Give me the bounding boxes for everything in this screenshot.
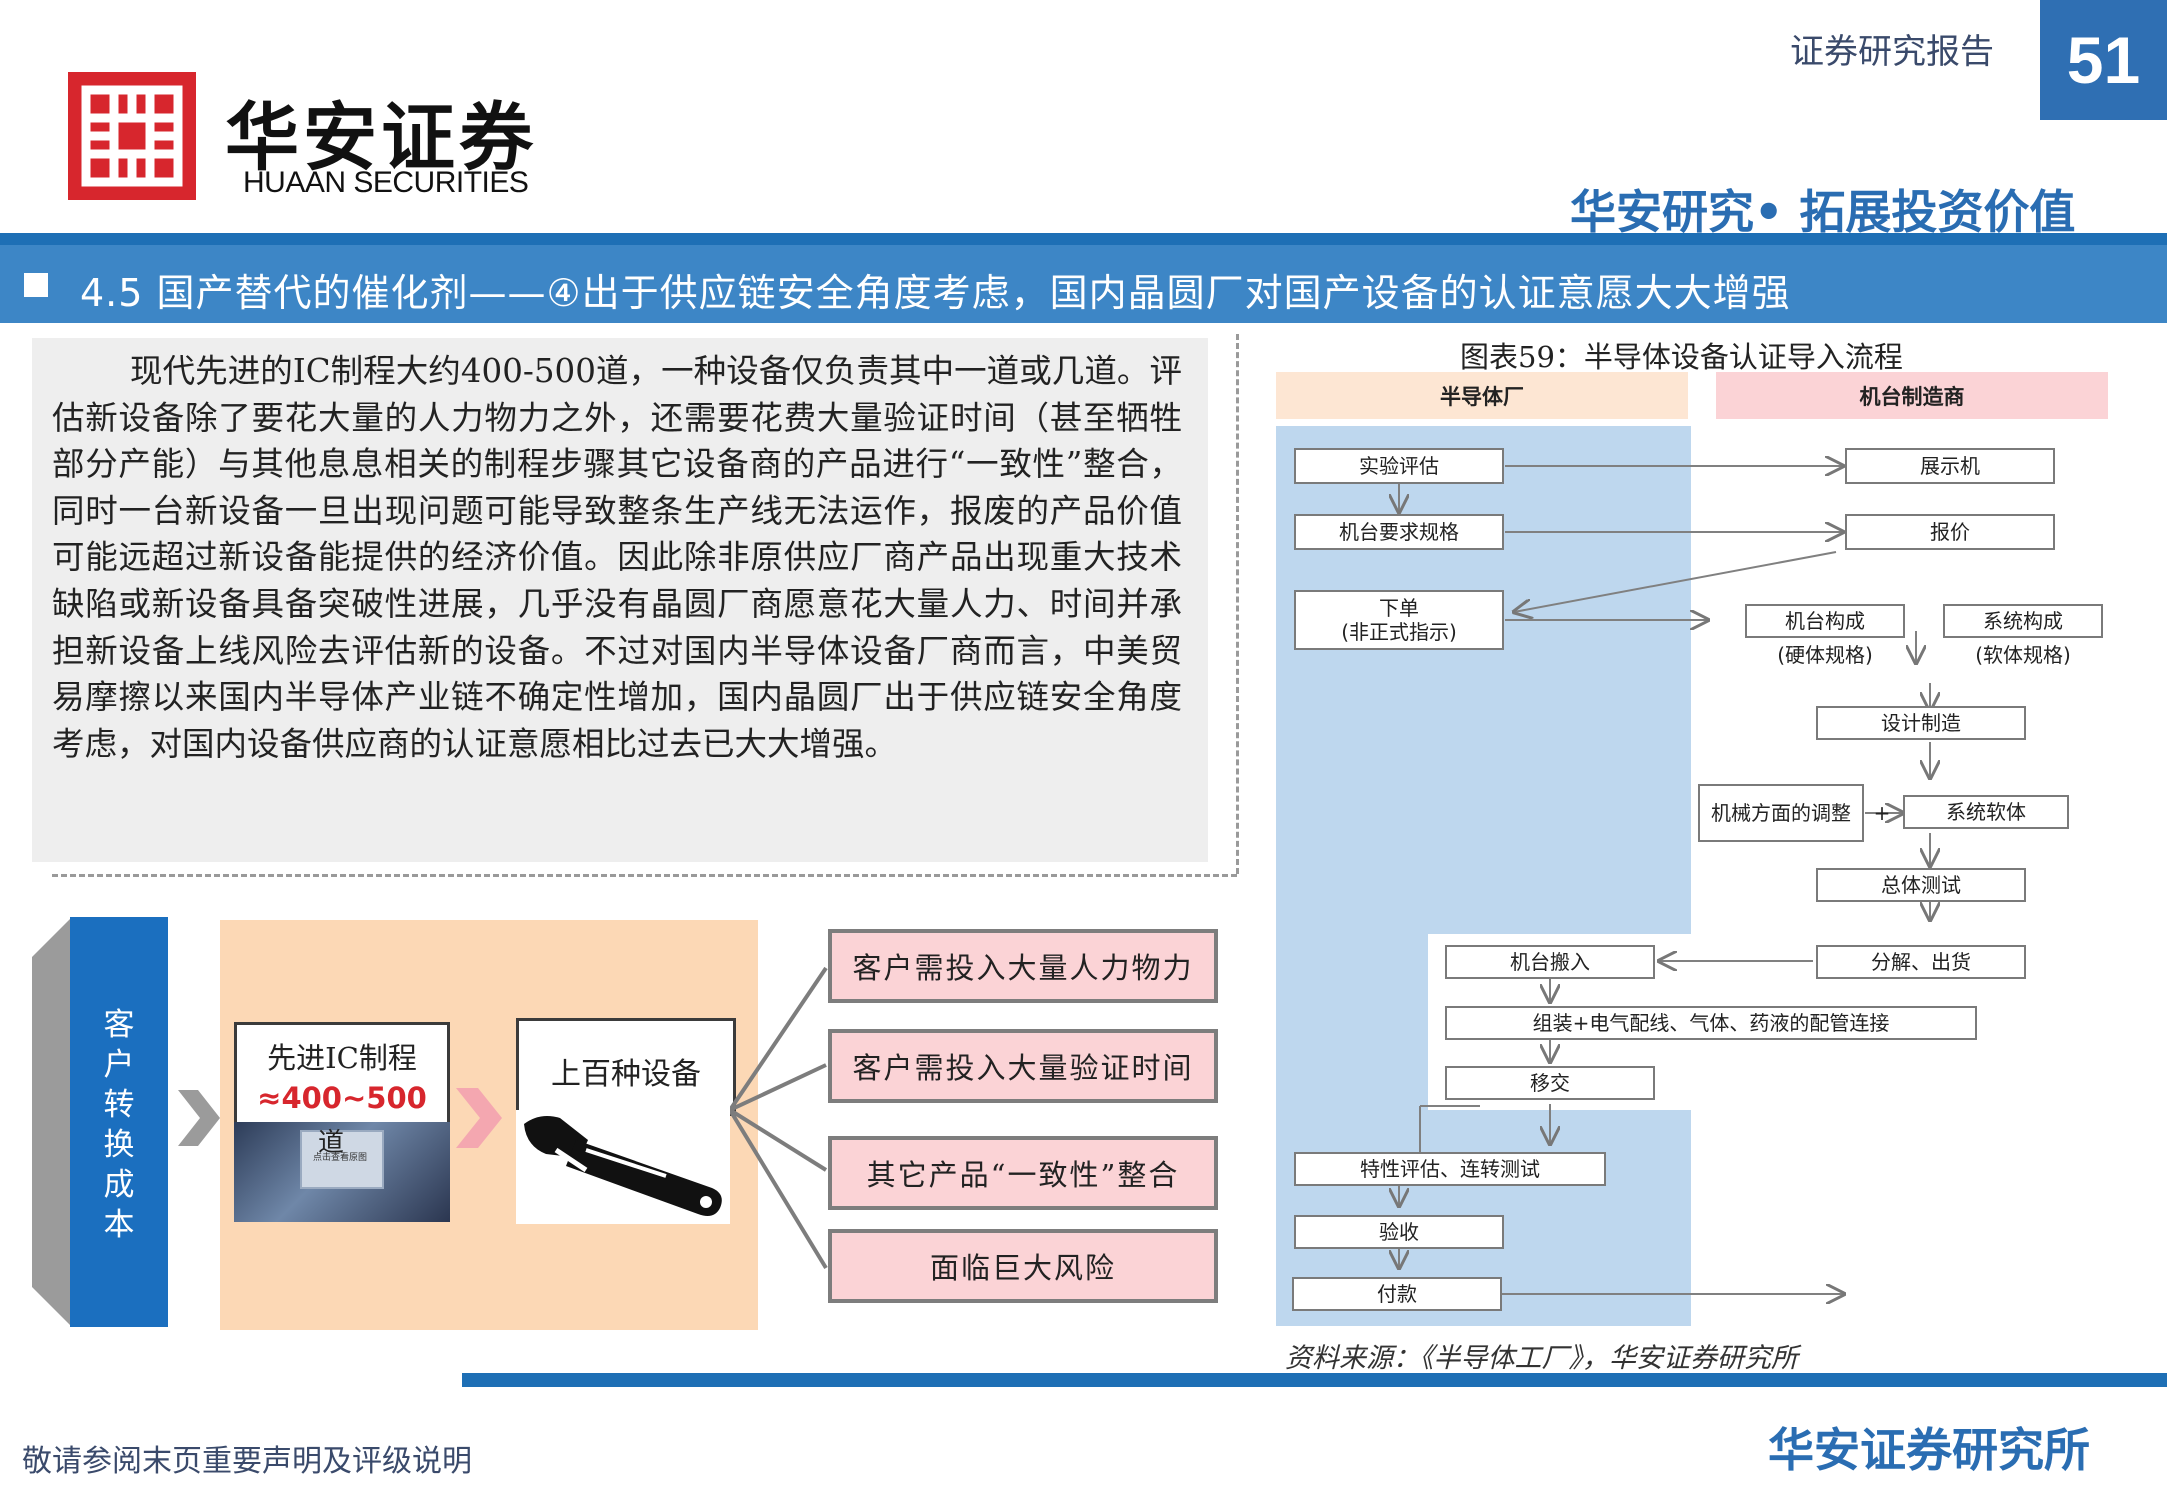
- wrench-icon: [516, 1110, 730, 1224]
- body-paragraph: 现代先进的IC制程大约400-500道，一种设备仅负责其中一道或几道。评估新设备…: [52, 348, 1182, 767]
- node-ship: 分解、出货: [1816, 945, 2026, 979]
- node-order-line2: (非正式指示): [1341, 620, 1457, 644]
- outcome-manpower: 客户需投入大量人力物力: [828, 929, 1218, 1003]
- fan-out-lines: [730, 966, 828, 1270]
- ic-process-value: ≈400~500: [257, 1081, 427, 1115]
- node-system-note: (软体规格): [1975, 643, 2071, 667]
- chevron-right-pink-icon: [456, 1088, 502, 1148]
- node-system: 系统构成: [1943, 604, 2103, 638]
- footer-rule: [462, 1373, 2167, 1387]
- plus-sign: +: [1873, 801, 1891, 825]
- body-text: 现代先进的IC制程大约400-500道，一种设备仅负责其中一道或几道。评估新设备…: [52, 352, 1182, 763]
- node-hardware: 机台构成: [1745, 604, 1905, 638]
- switching-cost-label: 客户转换成本: [70, 1005, 168, 1245]
- section-title: 4.5 国产替代的催化剂——④出于供应链安全角度考虑，国内晶圆厂对国产设备的认证…: [80, 271, 1791, 315]
- chevron-right-icon: [178, 1090, 220, 1146]
- node-experiment-eval: 实验评估: [1294, 448, 1504, 484]
- outcome-risk: 面临巨大风险: [828, 1229, 1218, 1303]
- figure-source: 资料来源：《半导体工厂》，华安证券研究所: [1285, 1343, 1798, 1374]
- node-assembly: 组装+电气配线、气体、药液的配管连接: [1445, 1006, 1977, 1040]
- node-quote: 报价: [1845, 514, 2055, 550]
- report-type-label: 证券研究报告: [1790, 32, 1994, 72]
- lane-header-maker: 机台制造商: [1716, 372, 2108, 419]
- lane-header-fab: 半导体厂: [1276, 372, 1688, 419]
- outcome-validation-time: 客户需投入大量验证时间: [828, 1029, 1218, 1103]
- bullet-square-icon: [24, 273, 48, 297]
- institute-name: 华安证券研究所: [1768, 1423, 2090, 1477]
- outcome-consistency: 其它产品“一致性”整合: [828, 1136, 1218, 1210]
- brand-name-en: HUAAN SECURITIES: [243, 166, 529, 199]
- dashed-divider-horizontal: [52, 874, 1237, 877]
- node-machine-spec: 机台要求规格: [1294, 514, 1504, 550]
- node-demo-machine: 展示机: [1845, 448, 2055, 484]
- node-acceptance: 验收: [1294, 1215, 1504, 1249]
- cost-notch-shape: [32, 917, 72, 1327]
- header-rule: [0, 233, 2167, 245]
- node-order-line1: 下单: [1379, 596, 1419, 620]
- node-characterization-test: 特性评估、连转测试: [1294, 1152, 1606, 1186]
- switching-cost-text: 客户转换成本: [103, 1007, 135, 1243]
- chip-caption: 点击查看原图: [312, 1153, 367, 1163]
- figure-title: 图表59：半导体设备认证导入流程: [1460, 340, 1903, 374]
- page-number: 51: [2040, 0, 2167, 120]
- node-payment: 付款: [1292, 1277, 1502, 1311]
- node-handover: 移交: [1445, 1066, 1655, 1100]
- dashed-divider-vertical: [1236, 334, 1239, 874]
- equipment-label: 上百种设备: [551, 1057, 701, 1092]
- node-overall-test: 总体测试: [1816, 868, 2026, 902]
- equipment-box: 上百种设备: [516, 1018, 736, 1116]
- ic-process-box: 先进IC制程 ≈400~500: [234, 1022, 450, 1128]
- company-logo: [68, 72, 196, 200]
- node-system-software: 系统软体: [1903, 795, 2069, 829]
- node-order: 下单 (非正式指示): [1294, 590, 1504, 650]
- disclaimer-link[interactable]: 敬请参阅末页重要声明及评级说明: [22, 1436, 472, 1480]
- node-move-in: 机台搬入: [1445, 945, 1655, 979]
- node-design-manufacture: 设计制造: [1816, 706, 2026, 740]
- node-hardware-note: (硬体规格): [1777, 643, 1873, 667]
- ic-process-label: 先进IC制程: [267, 1041, 417, 1075]
- node-mechanical-adjust: 机械方面的调整: [1698, 784, 1864, 842]
